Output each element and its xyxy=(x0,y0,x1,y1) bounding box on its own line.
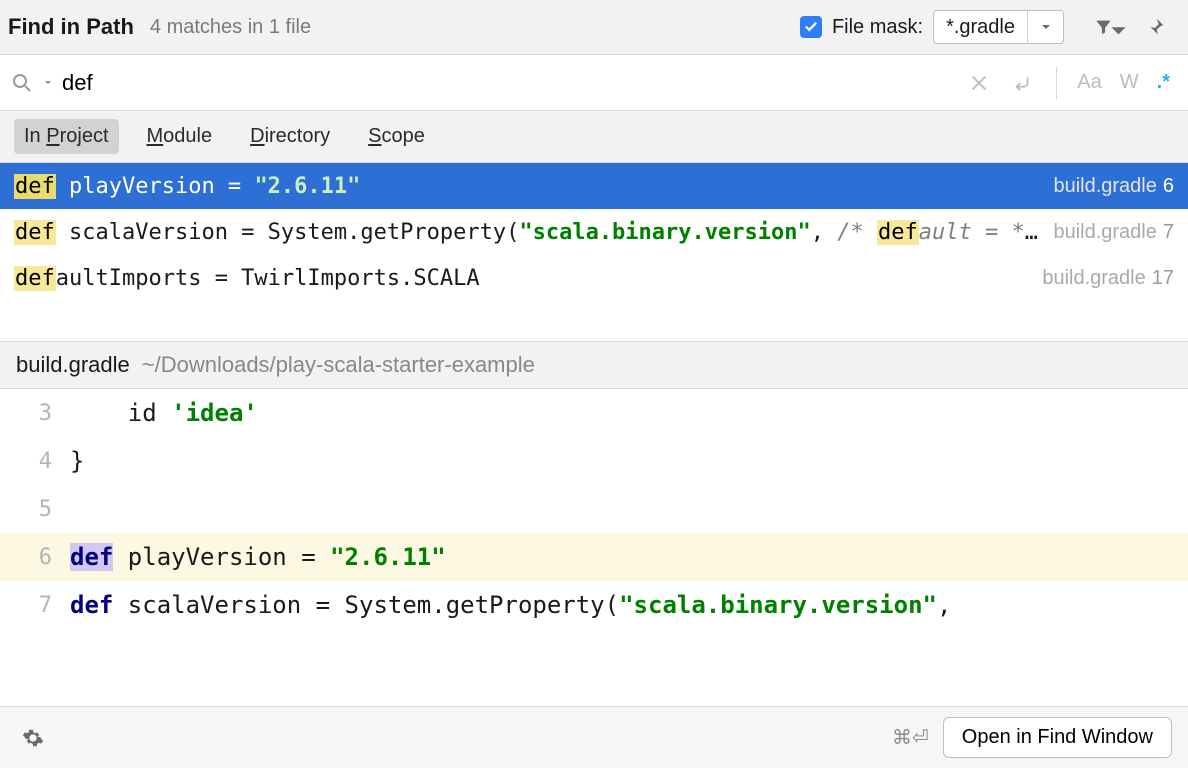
result-row[interactable]: defaultImports = TwirlImports.SCALAbuild… xyxy=(0,255,1188,301)
newline-icon[interactable] xyxy=(1006,66,1040,100)
tab-in-project[interactable]: In Project xyxy=(14,119,119,154)
search-icon xyxy=(10,71,34,95)
words-toggle[interactable]: W xyxy=(1116,71,1143,94)
gutter-line-number: 6 xyxy=(0,545,70,570)
filter-icon[interactable] xyxy=(1094,10,1128,44)
gutter-line-number: 5 xyxy=(0,497,70,522)
result-file: build.gradle xyxy=(1042,267,1145,290)
keyboard-shortcut: ⌘⏎ xyxy=(892,725,929,750)
tab-directory[interactable]: Directory xyxy=(240,119,340,154)
file-mask-value: *.gradle xyxy=(934,16,1027,39)
tab-module[interactable]: Module xyxy=(137,119,223,154)
results-list: def playVersion = "2.6.11"build.gradle6d… xyxy=(0,163,1188,301)
result-line-number: 6 xyxy=(1163,175,1174,198)
result-row[interactable]: def playVersion = "2.6.11"build.gradle6 xyxy=(0,163,1188,209)
result-file: build.gradle xyxy=(1053,221,1156,244)
scope-tabs: In Project Module Directory Scope xyxy=(0,111,1188,163)
file-mask-checkbox[interactable] xyxy=(800,16,822,38)
pin-icon[interactable] xyxy=(1138,10,1172,44)
footer: ⌘⏎ Open in Find Window xyxy=(0,706,1188,768)
editor-line[interactable]: 3 id 'idea' xyxy=(0,389,1188,437)
result-file: build.gradle xyxy=(1053,175,1156,198)
dialog-header: Find in Path 4 matches in 1 file File ma… xyxy=(0,0,1188,55)
clear-icon[interactable] xyxy=(962,66,996,100)
regex-toggle[interactable]: .* xyxy=(1153,71,1174,94)
file-mask-select[interactable]: *.gradle xyxy=(933,10,1064,44)
gear-icon[interactable] xyxy=(16,721,50,755)
editor-line[interactable]: 7def scalaVersion = System.getProperty("… xyxy=(0,581,1188,629)
preview-path: ~/Downloads/play-scala-starter-example xyxy=(142,352,535,378)
chevron-down-icon[interactable] xyxy=(1027,11,1063,43)
preview-filename: build.gradle xyxy=(16,352,130,378)
editor-line[interactable]: 5 xyxy=(0,485,1188,533)
chevron-down-icon[interactable] xyxy=(44,79,52,87)
result-line-number: 17 xyxy=(1152,267,1174,290)
gutter-line-number: 4 xyxy=(0,449,70,474)
match-count: 4 matches in 1 file xyxy=(150,16,311,39)
gutter-line-number: 3 xyxy=(0,401,70,426)
search-input[interactable] xyxy=(62,70,952,96)
open-in-find-window-button[interactable]: Open in Find Window xyxy=(943,717,1172,758)
editor-line[interactable]: 4} xyxy=(0,437,1188,485)
search-bar: Aa W .* xyxy=(0,55,1188,111)
file-mask-label: File mask: xyxy=(832,16,923,39)
gutter-line-number: 7 xyxy=(0,593,70,618)
preview-header: build.gradle ~/Downloads/play-scala-star… xyxy=(0,341,1188,389)
dialog-title: Find in Path xyxy=(8,14,134,40)
tab-scope[interactable]: Scope xyxy=(358,119,435,154)
result-line-number: 7 xyxy=(1163,221,1174,244)
editor-line[interactable]: 6def playVersion = "2.6.11" xyxy=(0,533,1188,581)
preview-editor[interactable]: 3 id 'idea'4} 5 6def playVersion = "2.6.11… xyxy=(0,389,1188,629)
match-case-toggle[interactable]: Aa xyxy=(1073,71,1105,94)
result-row[interactable]: def scalaVersion = System.getProperty("s… xyxy=(0,209,1188,255)
